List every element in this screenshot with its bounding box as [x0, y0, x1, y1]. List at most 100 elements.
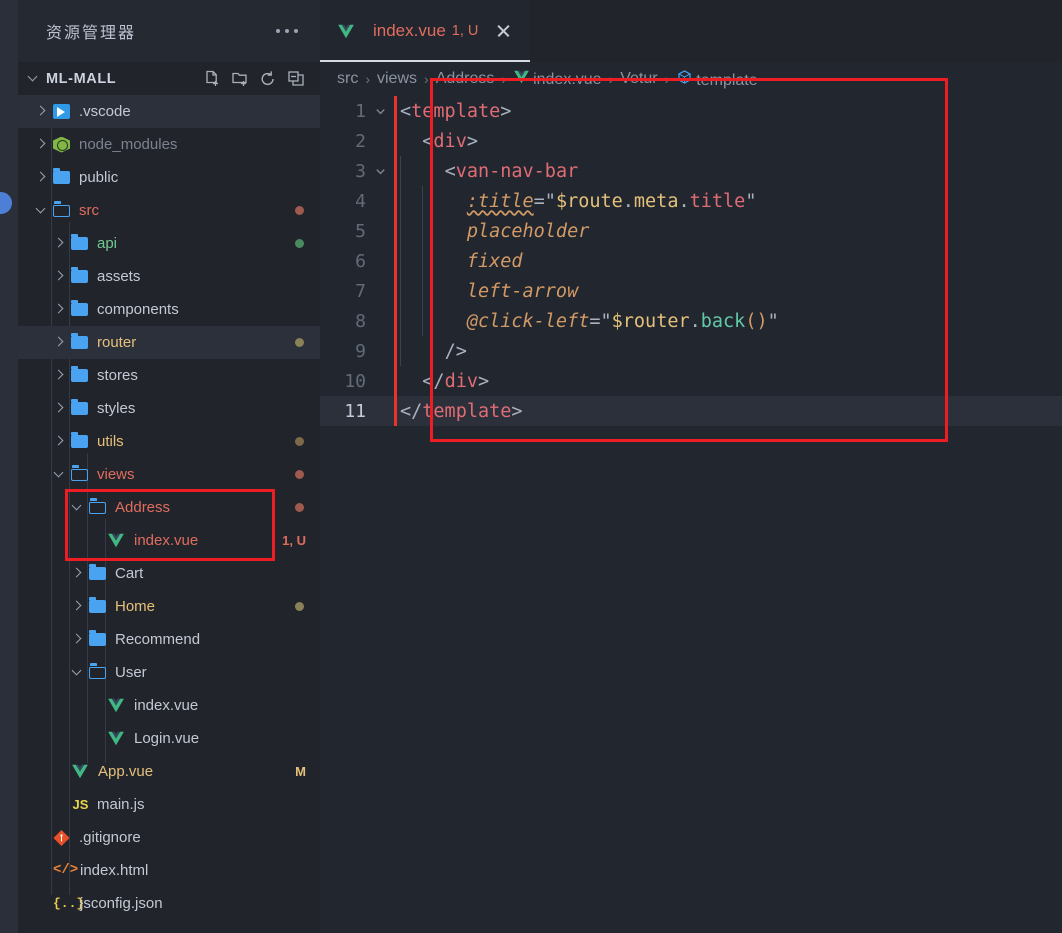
code-line-11[interactable]: 11 </template> — [320, 396, 1062, 426]
tree-item-login-vue[interactable]: Login.vue — [18, 722, 320, 755]
breadcrumb-item-src[interactable]: src — [337, 70, 358, 88]
workspace-root-row[interactable]: ML-MALL — [18, 62, 320, 95]
fold-chevron-down-icon[interactable] — [366, 104, 394, 119]
code-line-1[interactable]: 1 <template> — [320, 96, 1062, 126]
chevron-right-icon[interactable] — [32, 169, 50, 187]
tree-item-index-html[interactable]: </> index.html — [18, 854, 320, 887]
tree-item-label: components — [97, 301, 179, 318]
breadcrumb-label: template — [696, 71, 758, 89]
folder-icon — [71, 234, 88, 250]
code-line-2[interactable]: 2 <div> — [320, 126, 1062, 156]
explorer-title: 资源管理器 — [46, 25, 137, 42]
vscode-icon — [53, 104, 70, 119]
folder-icon — [89, 630, 106, 646]
tree-item-index-vue[interactable]: index.vue — [18, 689, 320, 722]
symbol-field-icon — [676, 69, 693, 85]
code-editor[interactable]: 1 <template> 2 <div> 3 <van-nav-bar 4 :title… — [320, 96, 1062, 933]
tree-item-label: src — [79, 202, 99, 219]
breadcrumb-separator: › — [608, 71, 614, 87]
chevron-right-icon[interactable] — [50, 367, 68, 385]
tree-item-node-modules[interactable]: node_modules — [18, 128, 320, 161]
tree-item-utils[interactable]: utils — [18, 425, 320, 458]
code-line-6[interactable]: 6 fixed — [320, 246, 1062, 276]
tree-item-address[interactable]: Address — [18, 491, 320, 524]
more-actions-icon[interactable] — [276, 24, 298, 38]
chevron-right-icon[interactable] — [68, 631, 86, 649]
vue-icon — [107, 533, 125, 548]
vue-icon — [71, 764, 89, 779]
chevron-right-icon[interactable] — [50, 301, 68, 319]
vue-icon — [337, 24, 355, 39]
chevron-down-icon[interactable] — [68, 499, 86, 517]
tree-item-app-vue[interactable]: App.vue M — [18, 755, 320, 788]
collapse-all-icon[interactable] — [286, 69, 306, 89]
tree-item-label: Address — [115, 499, 171, 516]
tree-item--gitignore[interactable]: .gitignore — [18, 821, 320, 854]
chevron-down-icon[interactable] — [68, 664, 86, 682]
close-icon[interactable] — [493, 21, 513, 41]
tree-item-router[interactable]: router — [18, 326, 320, 359]
git-status-dot — [295, 206, 304, 215]
folder-icon — [89, 564, 106, 580]
breadcrumb-item-views[interactable]: views — [377, 70, 417, 88]
code-line-7[interactable]: 7 left-arrow — [320, 276, 1062, 306]
code-line-10[interactable]: 10 </div> — [320, 366, 1062, 396]
tree-item-assets[interactable]: assets — [18, 260, 320, 293]
folder-icon — [71, 300, 88, 316]
tree-item-label: Cart — [115, 565, 144, 582]
chevron-right-icon[interactable] — [50, 268, 68, 286]
tree-item-stores[interactable]: stores — [18, 359, 320, 392]
activity-bar — [0, 0, 18, 933]
new-folder-icon[interactable] — [230, 69, 250, 89]
tree-item-label: views — [97, 466, 135, 483]
fold-chevron-down-icon[interactable] — [366, 164, 394, 179]
tree-item--vscode[interactable]: .vscode — [18, 95, 320, 128]
code-line-5[interactable]: 5 placeholder — [320, 216, 1062, 246]
tree-item-label: main.js — [97, 796, 145, 813]
explorer-sidebar: 资源管理器 ML-MALL .vscode node_modules publi… — [18, 0, 320, 933]
breadcrumb: src › views › Address › index.vue › Vetur › templa… — [320, 62, 1062, 96]
chevron-right-icon[interactable] — [68, 565, 86, 583]
folder-icon — [71, 399, 88, 415]
tree-item-public[interactable]: public — [18, 161, 320, 194]
line-number: 2 — [355, 130, 366, 152]
tree-item-jsconfig-json[interactable]: {..} jsconfig.json — [18, 887, 320, 920]
tree-item-views[interactable]: views — [18, 458, 320, 491]
tree-item-index-vue[interactable]: index.vue 1, U — [18, 524, 320, 557]
chevron-right-icon[interactable] — [50, 334, 68, 352]
tree-item-src[interactable]: src — [18, 194, 320, 227]
chevron-right-icon[interactable] — [50, 433, 68, 451]
tree-item-recommend[interactable]: Recommend — [18, 623, 320, 656]
tab-index-vue[interactable]: index.vue 1, U — [320, 0, 531, 62]
chevron-down-icon[interactable] — [50, 466, 68, 484]
refresh-icon[interactable] — [258, 69, 278, 89]
new-file-icon[interactable] — [202, 69, 222, 89]
chevron-right-icon[interactable] — [50, 400, 68, 418]
code-line-4[interactable]: 4 :title="$route.meta.title" — [320, 186, 1062, 216]
code-indent-guide — [400, 336, 401, 366]
breadcrumb-item-index-vue[interactable]: index.vue — [513, 70, 602, 89]
breadcrumb-item-vetur[interactable]: Vetur — [620, 70, 657, 88]
explorer-header: 资源管理器 — [18, 0, 320, 62]
tree-item-api[interactable]: api — [18, 227, 320, 260]
tree-item-components[interactable]: components — [18, 293, 320, 326]
tree-item-label: index.html — [80, 862, 149, 879]
code-line-3[interactable]: 3 <van-nav-bar — [320, 156, 1062, 186]
breadcrumb-label: Vetur — [620, 70, 658, 87]
tree-item-user[interactable]: User — [18, 656, 320, 689]
tree-item-cart[interactable]: Cart — [18, 557, 320, 590]
chevron-right-icon[interactable] — [68, 598, 86, 616]
code-line-9[interactable]: 9 /> — [320, 336, 1062, 366]
chevron-right-icon[interactable] — [32, 103, 50, 121]
tree-item-label: .gitignore — [79, 829, 141, 846]
breadcrumb-item-address[interactable]: Address — [436, 70, 495, 88]
breadcrumb-item-template[interactable]: template — [676, 69, 758, 90]
tree-item-main-js[interactable]: JS main.js — [18, 788, 320, 821]
chevron-down-icon[interactable] — [32, 202, 50, 220]
line-number: 7 — [355, 280, 366, 302]
code-line-8[interactable]: 8 @click-left="$router.back()" — [320, 306, 1062, 336]
tree-item-home[interactable]: Home — [18, 590, 320, 623]
chevron-right-icon[interactable] — [50, 235, 68, 253]
chevron-right-icon[interactable] — [32, 136, 50, 154]
tree-item-styles[interactable]: styles — [18, 392, 320, 425]
